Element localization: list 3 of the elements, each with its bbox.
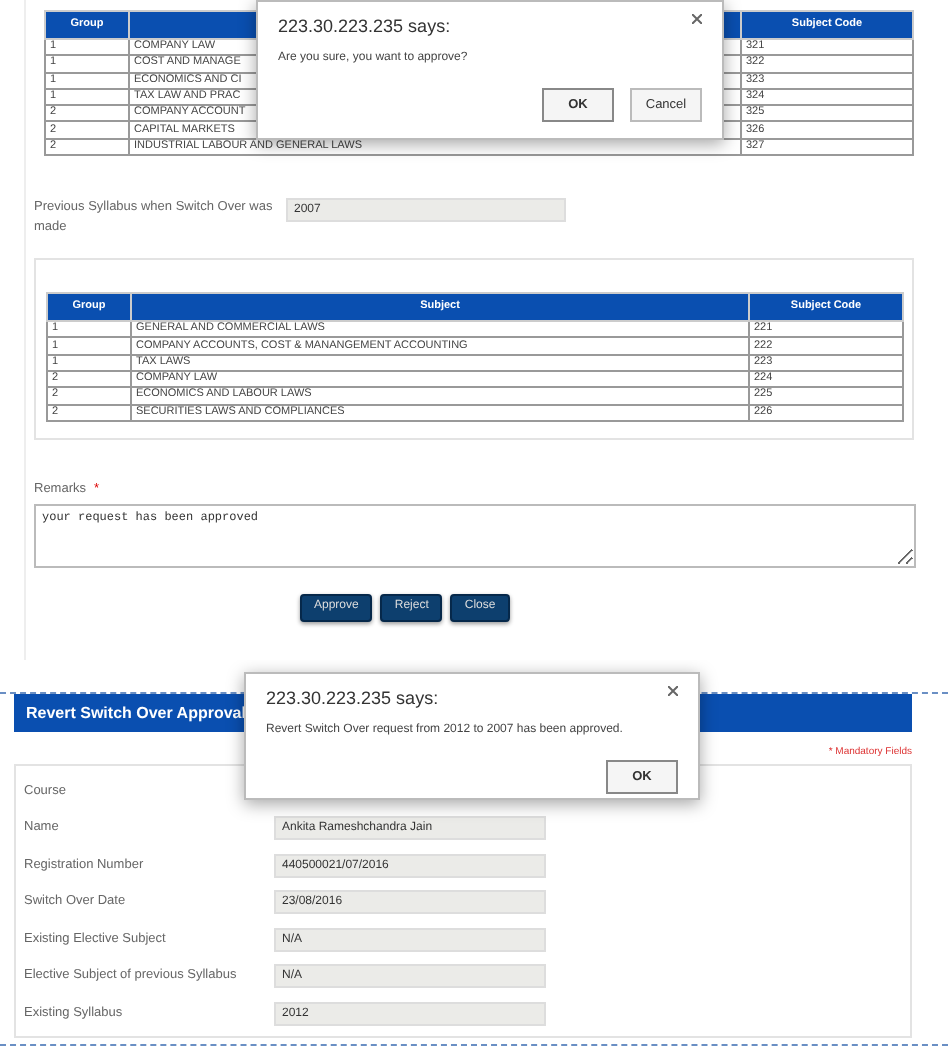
dialog-title: 223.30.223.235 says:: [278, 14, 451, 40]
close-icon[interactable]: [692, 14, 702, 24]
close-icon[interactable]: [668, 686, 678, 696]
